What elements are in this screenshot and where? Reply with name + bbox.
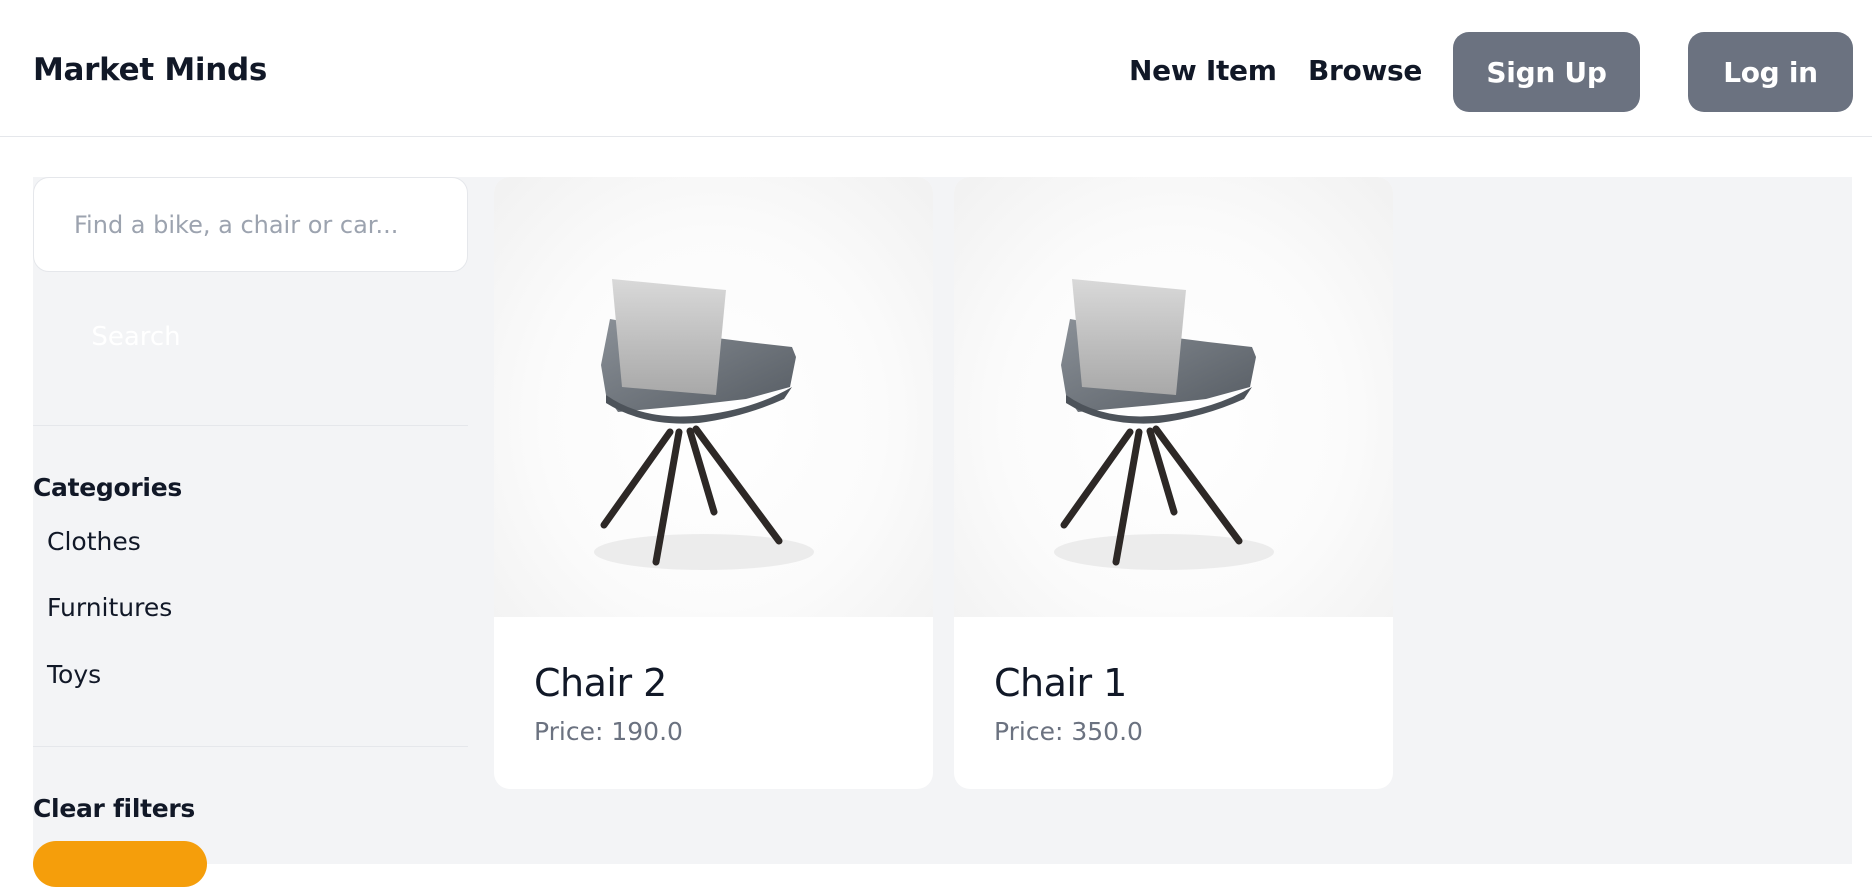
- log-in-button[interactable]: Log in: [1688, 32, 1853, 112]
- content-area: [33, 177, 1852, 864]
- sign-up-button[interactable]: Sign Up: [1453, 32, 1640, 112]
- item-title: Chair 2: [534, 661, 667, 705]
- nav-link-browse[interactable]: Browse: [1308, 54, 1422, 87]
- category-item-clothes[interactable]: Clothes: [47, 527, 141, 556]
- sidebar-divider: [33, 425, 468, 426]
- clear-filters-button[interactable]: [33, 841, 207, 887]
- brand-logo[interactable]: Market Minds: [33, 52, 267, 88]
- category-item-toys[interactable]: Toys: [47, 660, 101, 689]
- item-card[interactable]: Chair 2 Price: 190.0: [494, 177, 933, 789]
- item-price: Price: 190.0: [534, 717, 683, 746]
- item-title: Chair 1: [994, 661, 1127, 705]
- item-price: Price: 350.0: [994, 717, 1143, 746]
- search-button[interactable]: Search: [56, 302, 216, 372]
- categories-heading: Categories: [33, 473, 182, 502]
- search-input[interactable]: [33, 177, 468, 272]
- clear-filters-heading: Clear filters: [33, 794, 196, 823]
- chair-image: [494, 177, 933, 617]
- nav-link-new-item[interactable]: New Item: [1129, 54, 1277, 87]
- top-navbar: Market Minds New Item Browse Sign Up Log…: [0, 0, 1872, 137]
- chair-image: [954, 177, 1393, 617]
- category-item-furnitures[interactable]: Furnitures: [47, 593, 172, 622]
- sidebar-divider: [33, 746, 468, 747]
- item-card[interactable]: Chair 1 Price: 350.0: [954, 177, 1393, 789]
